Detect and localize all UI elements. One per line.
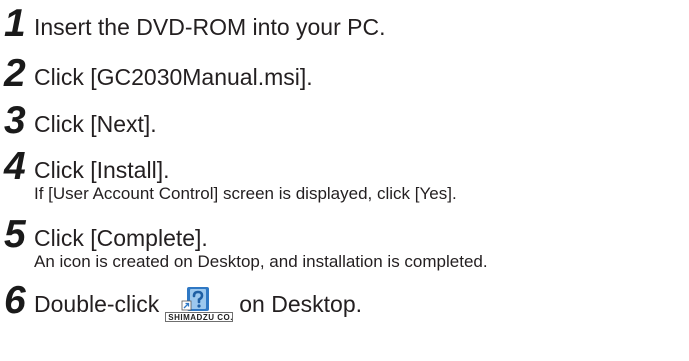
step-1: 1 Insert the DVD-ROM into your PC. bbox=[4, 2, 688, 50]
step-5: 5 Click [Complete]. An icon is created o… bbox=[4, 213, 688, 279]
step-6: 6 Double-click SHIMADZU CO... on Desktop. bbox=[4, 279, 688, 325]
shortcut-caption: SHIMADZU CO... bbox=[165, 312, 234, 322]
step-instruction: Click [Next]. bbox=[34, 111, 157, 137]
step-3: 3 Click [Next]. bbox=[4, 99, 688, 144]
step-instruction: Insert the DVD-ROM into your PC. bbox=[34, 14, 386, 40]
step-instruction: Click [GC2030Manual.msi]. bbox=[34, 64, 313, 90]
step-instruction-after: on Desktop. bbox=[239, 291, 363, 317]
step-number: 6 bbox=[4, 279, 26, 322]
desktop-shortcut[interactable]: SHIMADZU CO... bbox=[165, 286, 234, 322]
installation-steps: 1 Insert the DVD-ROM into your PC. 2 Cli… bbox=[4, 2, 688, 325]
step-instruction-before: Double-click bbox=[34, 291, 160, 317]
help-document-shortcut-icon bbox=[181, 287, 210, 311]
step-note: An icon is created on Desktop, and insta… bbox=[34, 252, 488, 271]
step-number: 4 bbox=[4, 145, 26, 188]
step-number: 3 bbox=[4, 99, 26, 142]
step-note: If [User Account Control] screen is disp… bbox=[34, 184, 457, 203]
step-number: 5 bbox=[4, 213, 26, 256]
step-number: 2 bbox=[4, 52, 26, 95]
step-number: 1 bbox=[4, 2, 26, 45]
step-4: 4 Click [Install]. If [User Account Cont… bbox=[4, 145, 688, 213]
step-2: 2 Click [GC2030Manual.msi]. bbox=[4, 52, 688, 97]
step-instruction: Double-click SHIMADZU CO... on Desktop. bbox=[34, 279, 688, 326]
